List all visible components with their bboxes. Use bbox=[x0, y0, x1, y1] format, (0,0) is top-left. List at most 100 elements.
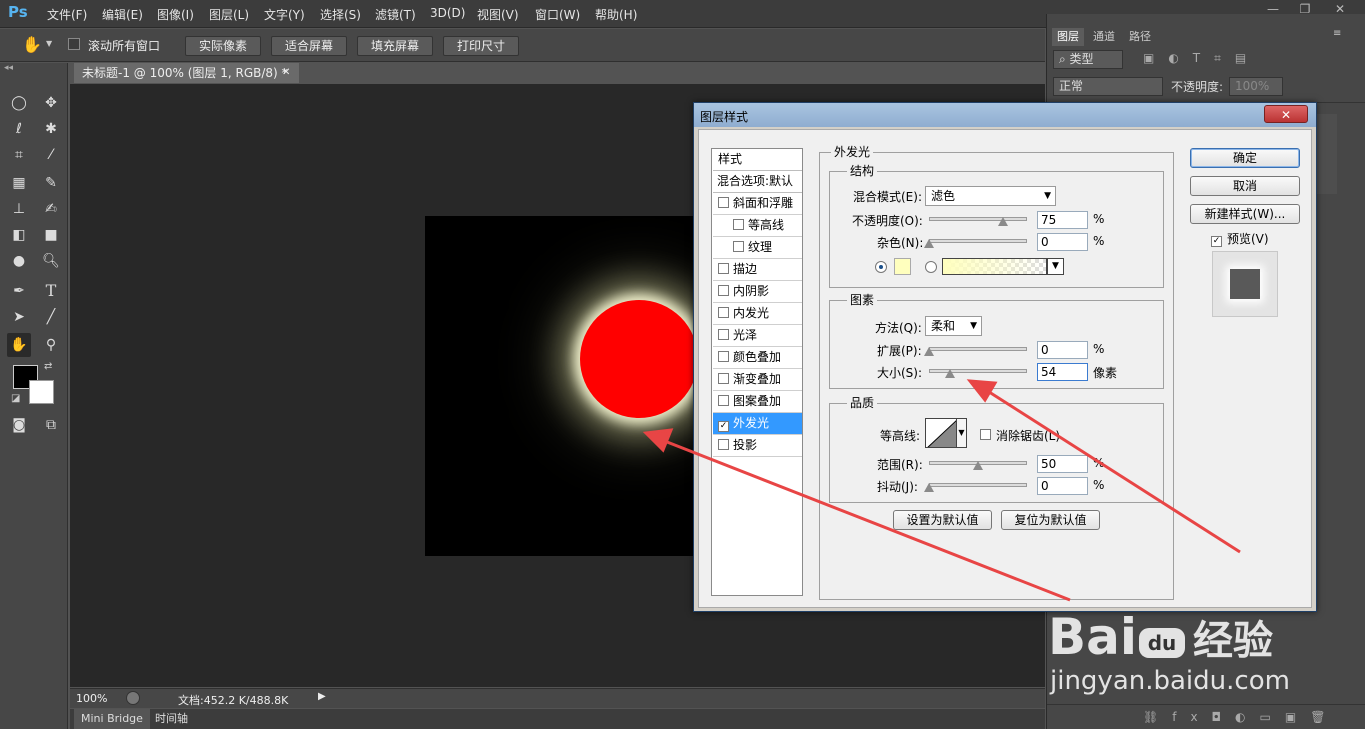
style-item-checkbox[interactable] bbox=[718, 307, 729, 318]
scroll-all-checkbox[interactable] bbox=[68, 38, 80, 53]
style-item[interactable]: 颜色叠加 bbox=[713, 347, 802, 369]
background-color-swatch[interactable] bbox=[29, 380, 54, 404]
solid-color-radio[interactable] bbox=[875, 261, 887, 273]
status-info-icon[interactable] bbox=[126, 691, 140, 705]
path-selection-icon[interactable]: ➤ bbox=[7, 305, 31, 329]
close-tab-icon[interactable]: ✕ bbox=[282, 63, 290, 83]
dialog-titlebar[interactable]: 图层样式 ✕ bbox=[694, 103, 1316, 127]
tool-preset-arrow-icon[interactable]: ▼ bbox=[46, 39, 52, 48]
style-item-checkbox[interactable]: ✓ bbox=[718, 421, 729, 432]
style-item-checkbox[interactable] bbox=[718, 197, 729, 208]
menu-edit[interactable]: 编辑(E) bbox=[102, 6, 143, 23]
style-item[interactable]: 描边 bbox=[713, 259, 802, 281]
menu-help[interactable]: 帮助(H) bbox=[595, 6, 637, 23]
style-item[interactable]: 图案叠加 bbox=[713, 391, 802, 413]
fill-screen-button[interactable]: 填充屏幕 bbox=[357, 36, 433, 56]
style-item-checkbox[interactable] bbox=[718, 373, 729, 384]
dialog-close-button[interactable]: ✕ bbox=[1264, 105, 1308, 123]
menu-filter[interactable]: 滤镜(T) bbox=[375, 6, 416, 23]
noise-slider[interactable] bbox=[929, 239, 1027, 243]
layer-filter-icons[interactable]: ▣◐T⌗▤ bbox=[1143, 51, 1260, 66]
noise-input[interactable]: 0 bbox=[1037, 233, 1088, 251]
crop-icon[interactable]: ⌗ bbox=[7, 143, 31, 167]
style-item[interactable]: 内阴影 bbox=[713, 281, 802, 303]
lasso-icon[interactable]: ℓ bbox=[7, 117, 31, 141]
style-item[interactable]: 斜面和浮雕 bbox=[713, 193, 802, 215]
opacity-field[interactable]: 100% bbox=[1229, 77, 1283, 96]
style-item[interactable]: 等高线 bbox=[713, 215, 802, 237]
tab-timeline[interactable]: 时间轴 bbox=[148, 709, 195, 729]
zoom-level[interactable]: 100% bbox=[76, 692, 107, 705]
style-item[interactable]: 内发光 bbox=[713, 303, 802, 325]
style-item-checkbox[interactable] bbox=[718, 329, 729, 340]
blur-icon[interactable]: ● bbox=[7, 249, 31, 273]
brush-icon[interactable]: ✎ bbox=[39, 171, 63, 195]
technique-select[interactable]: 柔和 ▼ bbox=[925, 316, 982, 336]
blending-options-item[interactable]: 混合选项:默认 bbox=[713, 171, 802, 193]
menu-3d[interactable]: 3D(D) bbox=[430, 6, 465, 20]
spread-input[interactable]: 0 bbox=[1037, 341, 1088, 359]
noise-slider-thumb[interactable] bbox=[924, 239, 934, 248]
opacity-slider-thumb[interactable] bbox=[997, 217, 1008, 226]
style-item[interactable]: 渐变叠加 bbox=[713, 369, 802, 391]
style-item[interactable]: 投影 bbox=[713, 435, 802, 457]
size-input[interactable]: 54 bbox=[1037, 363, 1088, 381]
style-item-checkbox[interactable] bbox=[733, 241, 744, 252]
make-default-button[interactable]: 设置为默认值 bbox=[893, 510, 992, 530]
opacity-input[interactable]: 75 bbox=[1037, 211, 1088, 229]
range-input[interactable]: 50 bbox=[1037, 455, 1088, 473]
magic-wand-icon[interactable]: ✱ bbox=[39, 117, 63, 141]
range-slider-thumb[interactable] bbox=[973, 461, 983, 470]
antialias-checkbox[interactable] bbox=[980, 428, 995, 442]
menu-type[interactable]: 文字(Y) bbox=[264, 6, 305, 23]
menu-window[interactable]: 窗口(W) bbox=[535, 6, 580, 23]
screen-mode-icon[interactable]: ⧉ bbox=[39, 413, 63, 437]
tab-paths[interactable]: 路径 bbox=[1124, 28, 1156, 46]
jitter-input[interactable]: 0 bbox=[1037, 477, 1088, 495]
style-item-checkbox[interactable] bbox=[718, 439, 729, 450]
style-item[interactable]: ✓ 外发光 bbox=[713, 413, 802, 435]
eyedropper-icon[interactable]: ⁄ bbox=[39, 143, 63, 167]
style-item-checkbox[interactable] bbox=[718, 285, 729, 296]
styles-header[interactable]: 样式 bbox=[713, 149, 802, 171]
print-size-button[interactable]: 打印尺寸 bbox=[443, 36, 519, 56]
size-slider-thumb[interactable] bbox=[944, 369, 955, 378]
preview-checkbox[interactable]: ✓ bbox=[1211, 231, 1226, 247]
zoom-tool-icon[interactable]: ⚲ bbox=[39, 333, 63, 357]
reset-default-button[interactable]: 复位为默认值 bbox=[1001, 510, 1100, 530]
gradient-radio[interactable] bbox=[925, 261, 937, 273]
healing-brush-icon[interactable]: ▦ bbox=[7, 171, 31, 195]
eraser-icon[interactable]: ◧ bbox=[7, 223, 31, 247]
quick-mask-icon[interactable]: ◙ bbox=[7, 413, 31, 437]
gradient-dropdown-icon[interactable]: ▼ bbox=[1047, 258, 1064, 275]
collapse-icon[interactable]: ◂◂ bbox=[4, 63, 13, 73]
dodge-icon[interactable]: 🔍︎ bbox=[39, 249, 63, 273]
panel-menu-icon[interactable]: ≡ bbox=[1333, 28, 1341, 39]
glow-blend-mode-select[interactable]: 滤色 ▼ bbox=[925, 186, 1056, 206]
tab-layers[interactable]: 图层 bbox=[1052, 28, 1084, 46]
move-tool-icon[interactable]: ✥ bbox=[39, 91, 63, 115]
status-menu-arrow-icon[interactable]: ▶ bbox=[318, 691, 326, 702]
new-style-button[interactable]: 新建样式(W)... bbox=[1190, 204, 1300, 224]
contour-dropdown-icon[interactable]: ▼ bbox=[957, 418, 967, 448]
gradient-swatch[interactable] bbox=[942, 258, 1047, 275]
cancel-button[interactable]: 取消 bbox=[1190, 176, 1300, 196]
opacity-slider[interactable] bbox=[929, 217, 1027, 221]
style-item-checkbox[interactable] bbox=[718, 351, 729, 362]
jitter-slider[interactable] bbox=[929, 483, 1027, 487]
gradient-icon[interactable]: ■ bbox=[39, 223, 63, 247]
menu-layer[interactable]: 图层(L) bbox=[209, 6, 249, 23]
clone-stamp-icon[interactable]: ⊥ bbox=[7, 197, 31, 221]
spread-slider-thumb[interactable] bbox=[924, 347, 934, 356]
menu-image[interactable]: 图像(I) bbox=[157, 6, 194, 23]
style-item[interactable]: 光泽 bbox=[713, 325, 802, 347]
pen-icon[interactable]: ✒ bbox=[7, 279, 31, 303]
style-item-checkbox[interactable] bbox=[718, 263, 729, 274]
menu-file[interactable]: 文件(F) bbox=[47, 6, 87, 23]
style-item[interactable]: 纹理 bbox=[713, 237, 802, 259]
menu-select[interactable]: 选择(S) bbox=[320, 6, 361, 23]
ok-button[interactable]: 确定 bbox=[1190, 148, 1300, 168]
glow-color-swatch[interactable] bbox=[894, 258, 911, 275]
type-tool-icon[interactable]: T bbox=[39, 279, 63, 303]
history-brush-icon[interactable]: ✍ bbox=[39, 197, 63, 221]
